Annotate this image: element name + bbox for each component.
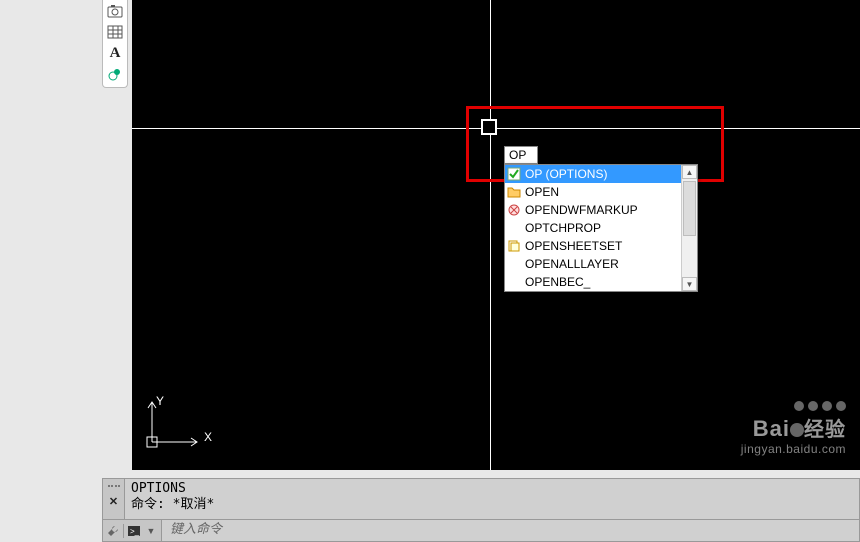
autocomplete-item-label: OPENBEC_ (525, 274, 590, 290)
scroll-thumb[interactable] (683, 181, 696, 236)
markup-icon (507, 203, 521, 217)
command-history[interactable]: OPTIONS 命令: *取消* (124, 478, 860, 520)
wrench-icon[interactable] (106, 523, 120, 539)
scroll-track[interactable] (682, 179, 697, 277)
autocomplete-item[interactable]: OPENDWFMARKUP (505, 201, 697, 219)
command-history-line: OPTIONS (131, 481, 853, 497)
folder-icon (507, 185, 521, 199)
autocomplete-item[interactable]: OPTCHPROP (505, 219, 697, 237)
check-icon (507, 167, 521, 181)
ucs-icon: Y X (142, 400, 212, 450)
dynamic-input[interactable]: OP (504, 146, 538, 164)
drawing-canvas[interactable]: Y X OP OP (OPTIONS) OPEN (132, 0, 860, 470)
crosshair-vertical (490, 0, 491, 470)
close-icon[interactable]: ✕ (109, 495, 118, 508)
watermark-brand: Bai (753, 416, 790, 441)
command-panel-handle[interactable]: ✕ (102, 478, 124, 520)
autocomplete-item-label: OPENDWFMARKUP (525, 202, 638, 218)
autocomplete-item[interactable]: OPENBEC_ (505, 273, 697, 291)
autocomplete-dropdown: OP (OPTIONS) OPEN OPENDWFMARKUP OPT (504, 164, 698, 292)
scroll-up-arrow[interactable]: ▲ (682, 165, 697, 179)
autocomplete-item[interactable]: OPEN (505, 183, 697, 201)
ucs-y-label: Y (156, 394, 164, 408)
tool-palette: A (102, 0, 128, 88)
blank-icon (507, 275, 521, 289)
table-icon[interactable] (106, 23, 124, 41)
chevron-down-icon[interactable]: ▼ (144, 523, 158, 539)
svg-text:>_: >_ (130, 527, 140, 536)
autocomplete-item-label: OP (OPTIONS) (525, 166, 607, 182)
prompt-icon[interactable]: >_ (127, 523, 141, 539)
dropdown-scrollbar[interactable]: ▲ ▼ (681, 165, 697, 291)
ucs-x-label: X (204, 430, 212, 444)
autocomplete-item-label: OPENSHEETSET (525, 238, 622, 254)
watermark-zh: 经验 (804, 419, 846, 441)
autocomplete-item[interactable]: OP (OPTIONS) (505, 165, 697, 183)
text-icon[interactable]: A (106, 44, 124, 62)
command-icons: >_ ▼ (102, 520, 162, 542)
camera-icon[interactable] (106, 2, 124, 20)
cursor-pickbox (481, 119, 497, 135)
command-history-line: 命令: *取消* (131, 497, 853, 513)
donut-icon[interactable] (106, 65, 124, 83)
watermark: Bai 经验 jingyan.baidu.com (741, 401, 846, 456)
sheet-icon (507, 239, 521, 253)
blank-icon (507, 257, 521, 271)
watermark-url: jingyan.baidu.com (741, 442, 846, 456)
autocomplete-item-label: OPTCHPROP (525, 220, 601, 236)
autocomplete-item[interactable]: OPENALLLAYER (505, 255, 697, 273)
scroll-down-arrow[interactable]: ▼ (682, 277, 697, 291)
command-panel: ✕ OPTIONS 命令: *取消* >_ ▼ 键入命令 (102, 478, 860, 542)
autocomplete-item-label: OPEN (525, 184, 559, 200)
blank-icon (507, 221, 521, 235)
paw-icon (741, 401, 846, 411)
autocomplete-item[interactable]: OPENSHEETSET (505, 237, 697, 255)
autocomplete-item-label: OPENALLLAYER (525, 256, 619, 272)
command-input[interactable]: 键入命令 (162, 520, 860, 542)
